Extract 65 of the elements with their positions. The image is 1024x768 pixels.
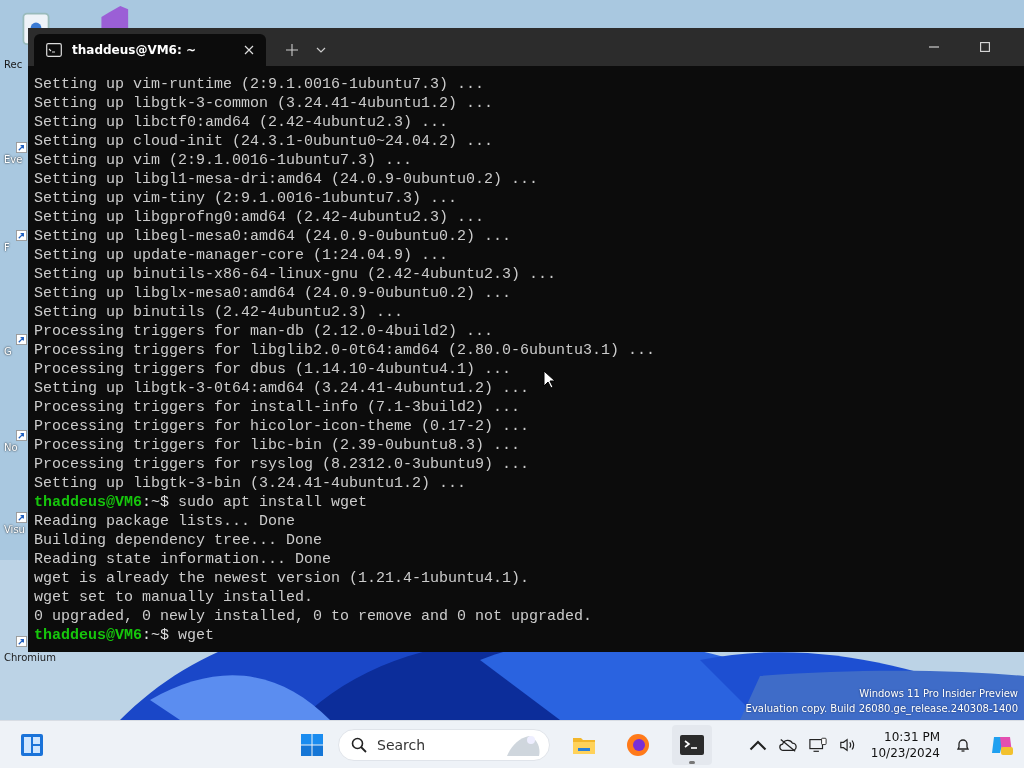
output-line: Processing triggers for dbus (1.14.10-4ubuntu4.1) ... bbox=[34, 361, 512, 378]
close-icon[interactable] bbox=[244, 45, 254, 55]
search-icon[interactable] bbox=[351, 736, 367, 753]
shortcut-icon[interactable] bbox=[16, 334, 27, 345]
output-line: wget is already the newest version (1.21.4-1ubuntu4.1). bbox=[34, 570, 530, 587]
output-line: Setting up libgtk-3-bin (3.24.41-4ubuntu1.2) ... bbox=[34, 475, 467, 492]
desktop-icon-label[interactable]: Rec bbox=[2, 58, 23, 71]
start-icon[interactable] bbox=[300, 732, 324, 757]
output-line: Building dependency tree... Done bbox=[34, 532, 323, 549]
taskbar-app[interactable] bbox=[672, 724, 712, 765]
output-line: Setting up binutils (2.42-4ubuntu2.3) ... bbox=[34, 304, 404, 321]
output-line: Setting up libgtk-3-0t64:amd64 (3.24.41-4ubuntu1.2) ... bbox=[34, 380, 530, 397]
output-line: Setting up vim-runtime (2:9.1.0016-1ubuntu7.3) ... bbox=[34, 76, 485, 93]
output-line: Setting up libgtk-3-common (3.24.41-4ubuntu1.2) ... bbox=[34, 95, 494, 112]
mouse-pointer-icon bbox=[543, 370, 555, 389]
clock-date[interactable]: 10/23/2024 bbox=[870, 744, 940, 761]
terminal-tab[interactable]: thaddeus@VM6: ~ bbox=[34, 34, 266, 66]
shortcut-icon[interactable] bbox=[16, 230, 27, 241]
maximize-icon[interactable] bbox=[980, 42, 990, 52]
command-text: wget bbox=[178, 627, 215, 644]
desktop-icon-label[interactable]: Chromium bbox=[2, 651, 56, 664]
prompt-path: :~$ bbox=[142, 494, 170, 511]
output-line: Processing triggers for install-info (7.1-3build2) ... bbox=[34, 399, 521, 416]
output-line: Setting up libgl1-mesa-dri:amd64 (24.0.9-0ubuntu0.2) ... bbox=[34, 171, 539, 188]
output-line: Reading package lists... Done bbox=[34, 513, 296, 530]
widgets-icon[interactable] bbox=[20, 732, 44, 757]
output-line: Setting up update-manager-core (1:24.04.9) ... bbox=[34, 247, 449, 264]
output-line: Reading state information... Done bbox=[34, 551, 332, 568]
output-line: Processing triggers for hicolor-icon-theme (0.17-2) ... bbox=[34, 418, 530, 435]
prompt-path: :~$ bbox=[142, 627, 170, 644]
speaker-icon[interactable] bbox=[838, 736, 857, 753]
watermark-text: Evaluation copy. Build 26080.ge_release.240308-1400 bbox=[745, 702, 1018, 716]
dropdown-caret-icon[interactable] bbox=[316, 47, 326, 53]
cloud-off-icon[interactable] bbox=[778, 736, 797, 753]
shortcut-icon[interactable] bbox=[16, 512, 27, 523]
new-tab-icon[interactable] bbox=[286, 44, 298, 56]
output-line: Setting up vim-tiny (2:9.1.0016-1ubuntu7.3) ... bbox=[34, 190, 458, 207]
output-line: Processing triggers for man-db (2.12.0-4build2) ... bbox=[34, 323, 494, 340]
output-line: wget set to manually installed. bbox=[34, 589, 314, 606]
shortcut-icon[interactable] bbox=[16, 142, 27, 153]
prompt-user: thaddeus@VM6 bbox=[34, 627, 143, 644]
output-line: Setting up libegl-mesa0:amd64 (24.0.9-0ubuntu0.2) ... bbox=[34, 228, 512, 245]
output-line: Processing triggers for libglib2.0-0t64:amd64 (2.80.0-6ubuntu3.1) ... bbox=[34, 342, 656, 359]
search-bar[interactable]: Search bbox=[338, 728, 550, 761]
terminal-icon bbox=[680, 732, 704, 757]
output-line: Processing triggers for libc-bin (2.39-0ubuntu8.3) ... bbox=[34, 437, 521, 454]
shortcut-icon[interactable] bbox=[16, 636, 27, 647]
output-line: Setting up libgprofng0:amd64 (2.42-4ubuntu2.3) ... bbox=[34, 209, 485, 226]
terminal-icon bbox=[46, 43, 62, 57]
search-field[interactable]: Search bbox=[375, 735, 479, 754]
clock-time[interactable]: 10:31 PM bbox=[884, 728, 940, 745]
bell-icon[interactable] bbox=[954, 736, 972, 753]
watermark-text: Windows 11 Pro Insider Preview bbox=[859, 687, 1018, 701]
network-icon[interactable] bbox=[808, 736, 827, 753]
browser-icon bbox=[626, 732, 650, 757]
output-line: Setting up libctf0:amd64 (2.42-4ubuntu2.3) ... bbox=[34, 114, 449, 131]
output-line: Processing triggers for rsyslog (8.2312.0-3ubuntu9) ... bbox=[34, 456, 530, 473]
output-line: Setting up libglx-mesa0:amd64 (24.0.9-0ubuntu0.2) ... bbox=[34, 285, 512, 302]
shortcut-icon[interactable] bbox=[16, 430, 27, 441]
prompt-user: thaddeus@VM6 bbox=[34, 494, 143, 511]
output-line: Setting up cloud-init (24.3.1-0ubuntu0~24.04.2) ... bbox=[34, 133, 494, 150]
command-text: sudo apt install wget bbox=[178, 494, 368, 511]
output-line: Setting up vim (2:9.1.0016-1ubuntu7.3) ... bbox=[34, 152, 413, 169]
output-line: 0 upgraded, 0 newly installed, 0 to remove and 0 not upgraded. bbox=[34, 608, 593, 625]
output-line: Setting up binutils-x86-64-linux-gnu (2.42-4ubuntu2.3) ... bbox=[34, 266, 557, 283]
